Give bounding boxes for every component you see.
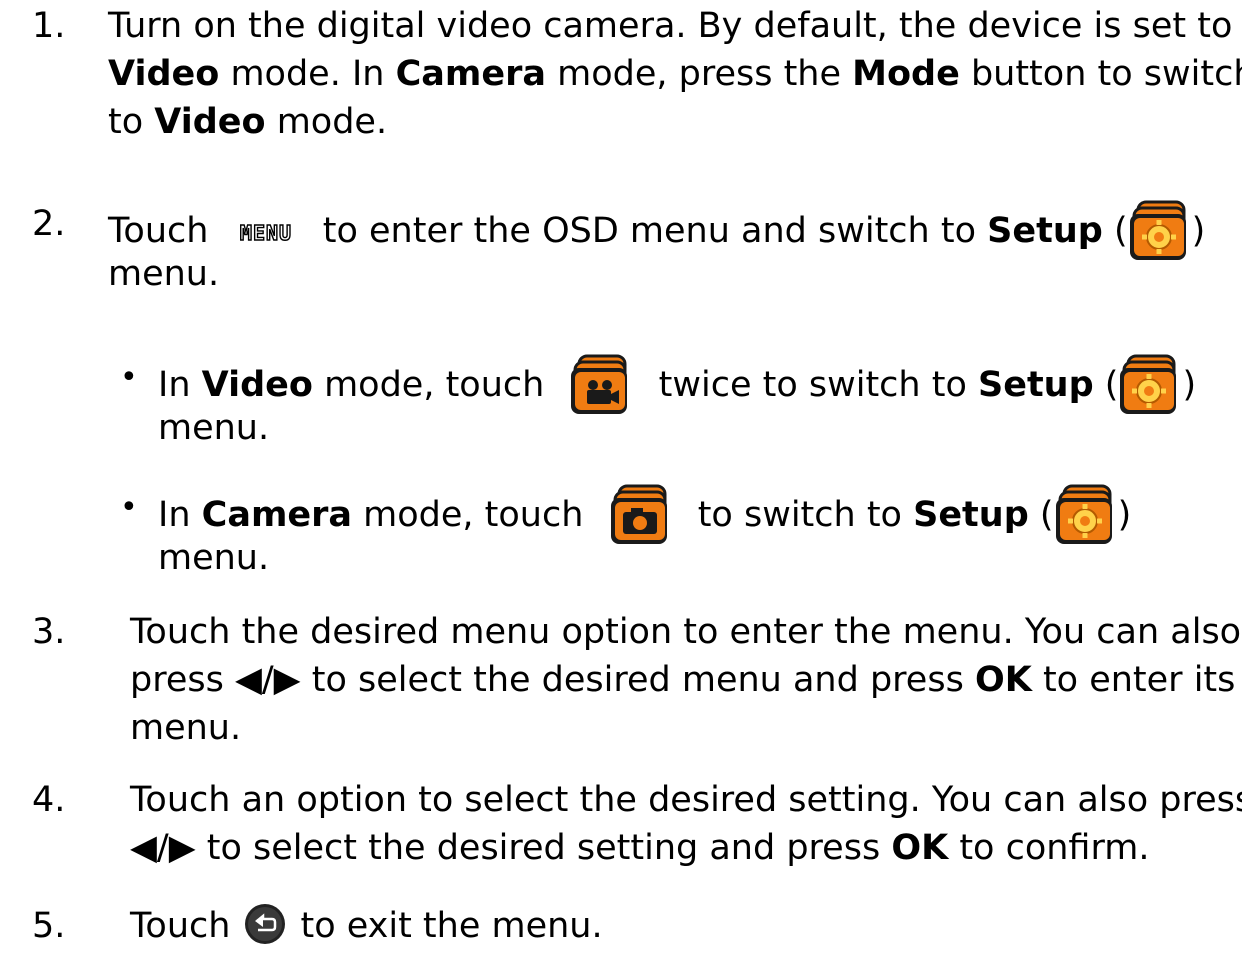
setup-gear-icon — [1128, 200, 1192, 264]
step-2-line-2: menu. — [108, 254, 220, 294]
camera-icon[interactable] — [609, 484, 673, 548]
video-camera-icon[interactable] — [569, 354, 633, 418]
step-2-line-1: Touch MENU to enter the OSD menu and swi… — [108, 200, 1205, 264]
step-4-line-2: ◀/▶ to select the desired setting and pr… — [130, 828, 1150, 868]
bullet-video-line-2: menu. — [158, 408, 270, 448]
setup-gear-icon — [1054, 484, 1118, 548]
instruction-document: 1. Turn on the digital video camera. By … — [0, 0, 1242, 967]
menu-icon[interactable]: MENU — [220, 208, 312, 256]
step-3-number: 3. — [32, 612, 66, 652]
back-return-icon[interactable] — [230, 903, 300, 952]
svg-text:MENU: MENU — [240, 221, 292, 245]
step-3-line-3: menu. — [130, 708, 242, 748]
step-4-number: 4. — [32, 780, 66, 820]
step-1-line-3: to Video mode. — [108, 102, 388, 142]
bullet-dot: • — [120, 490, 138, 525]
step-3-line-1: Touch the desired menu option to enter t… — [130, 612, 1242, 652]
step-1-number: 1. — [32, 6, 66, 46]
step-5-line-1: Touch to exit the menu. — [130, 902, 603, 952]
step-2-number: 2. — [32, 204, 66, 244]
step-5-number: 5. — [32, 906, 66, 946]
bullet-camera-line-2: menu. — [158, 538, 270, 578]
left-right-arrows-icon: ◀/▶ — [130, 828, 196, 868]
bullet-dot: • — [120, 360, 138, 395]
bullet-video-line-1: In Video mode, touch twice to switch to … — [158, 354, 1196, 418]
step-1-line-2: Video mode. In Camera mode, press the Mo… — [108, 54, 1242, 94]
step-1-line-1: Turn on the digital video camera. By def… — [108, 6, 1233, 46]
left-right-arrows-icon: ◀/▶ — [234, 660, 301, 700]
step-4-line-1: Touch an option to select the desired se… — [130, 780, 1242, 820]
step-3-line-2: press ◀/▶ to select the desired menu and… — [130, 660, 1236, 700]
setup-gear-icon — [1118, 354, 1182, 418]
bullet-camera-line-1: In Camera mode, touch to switch to Setup… — [158, 484, 1131, 548]
